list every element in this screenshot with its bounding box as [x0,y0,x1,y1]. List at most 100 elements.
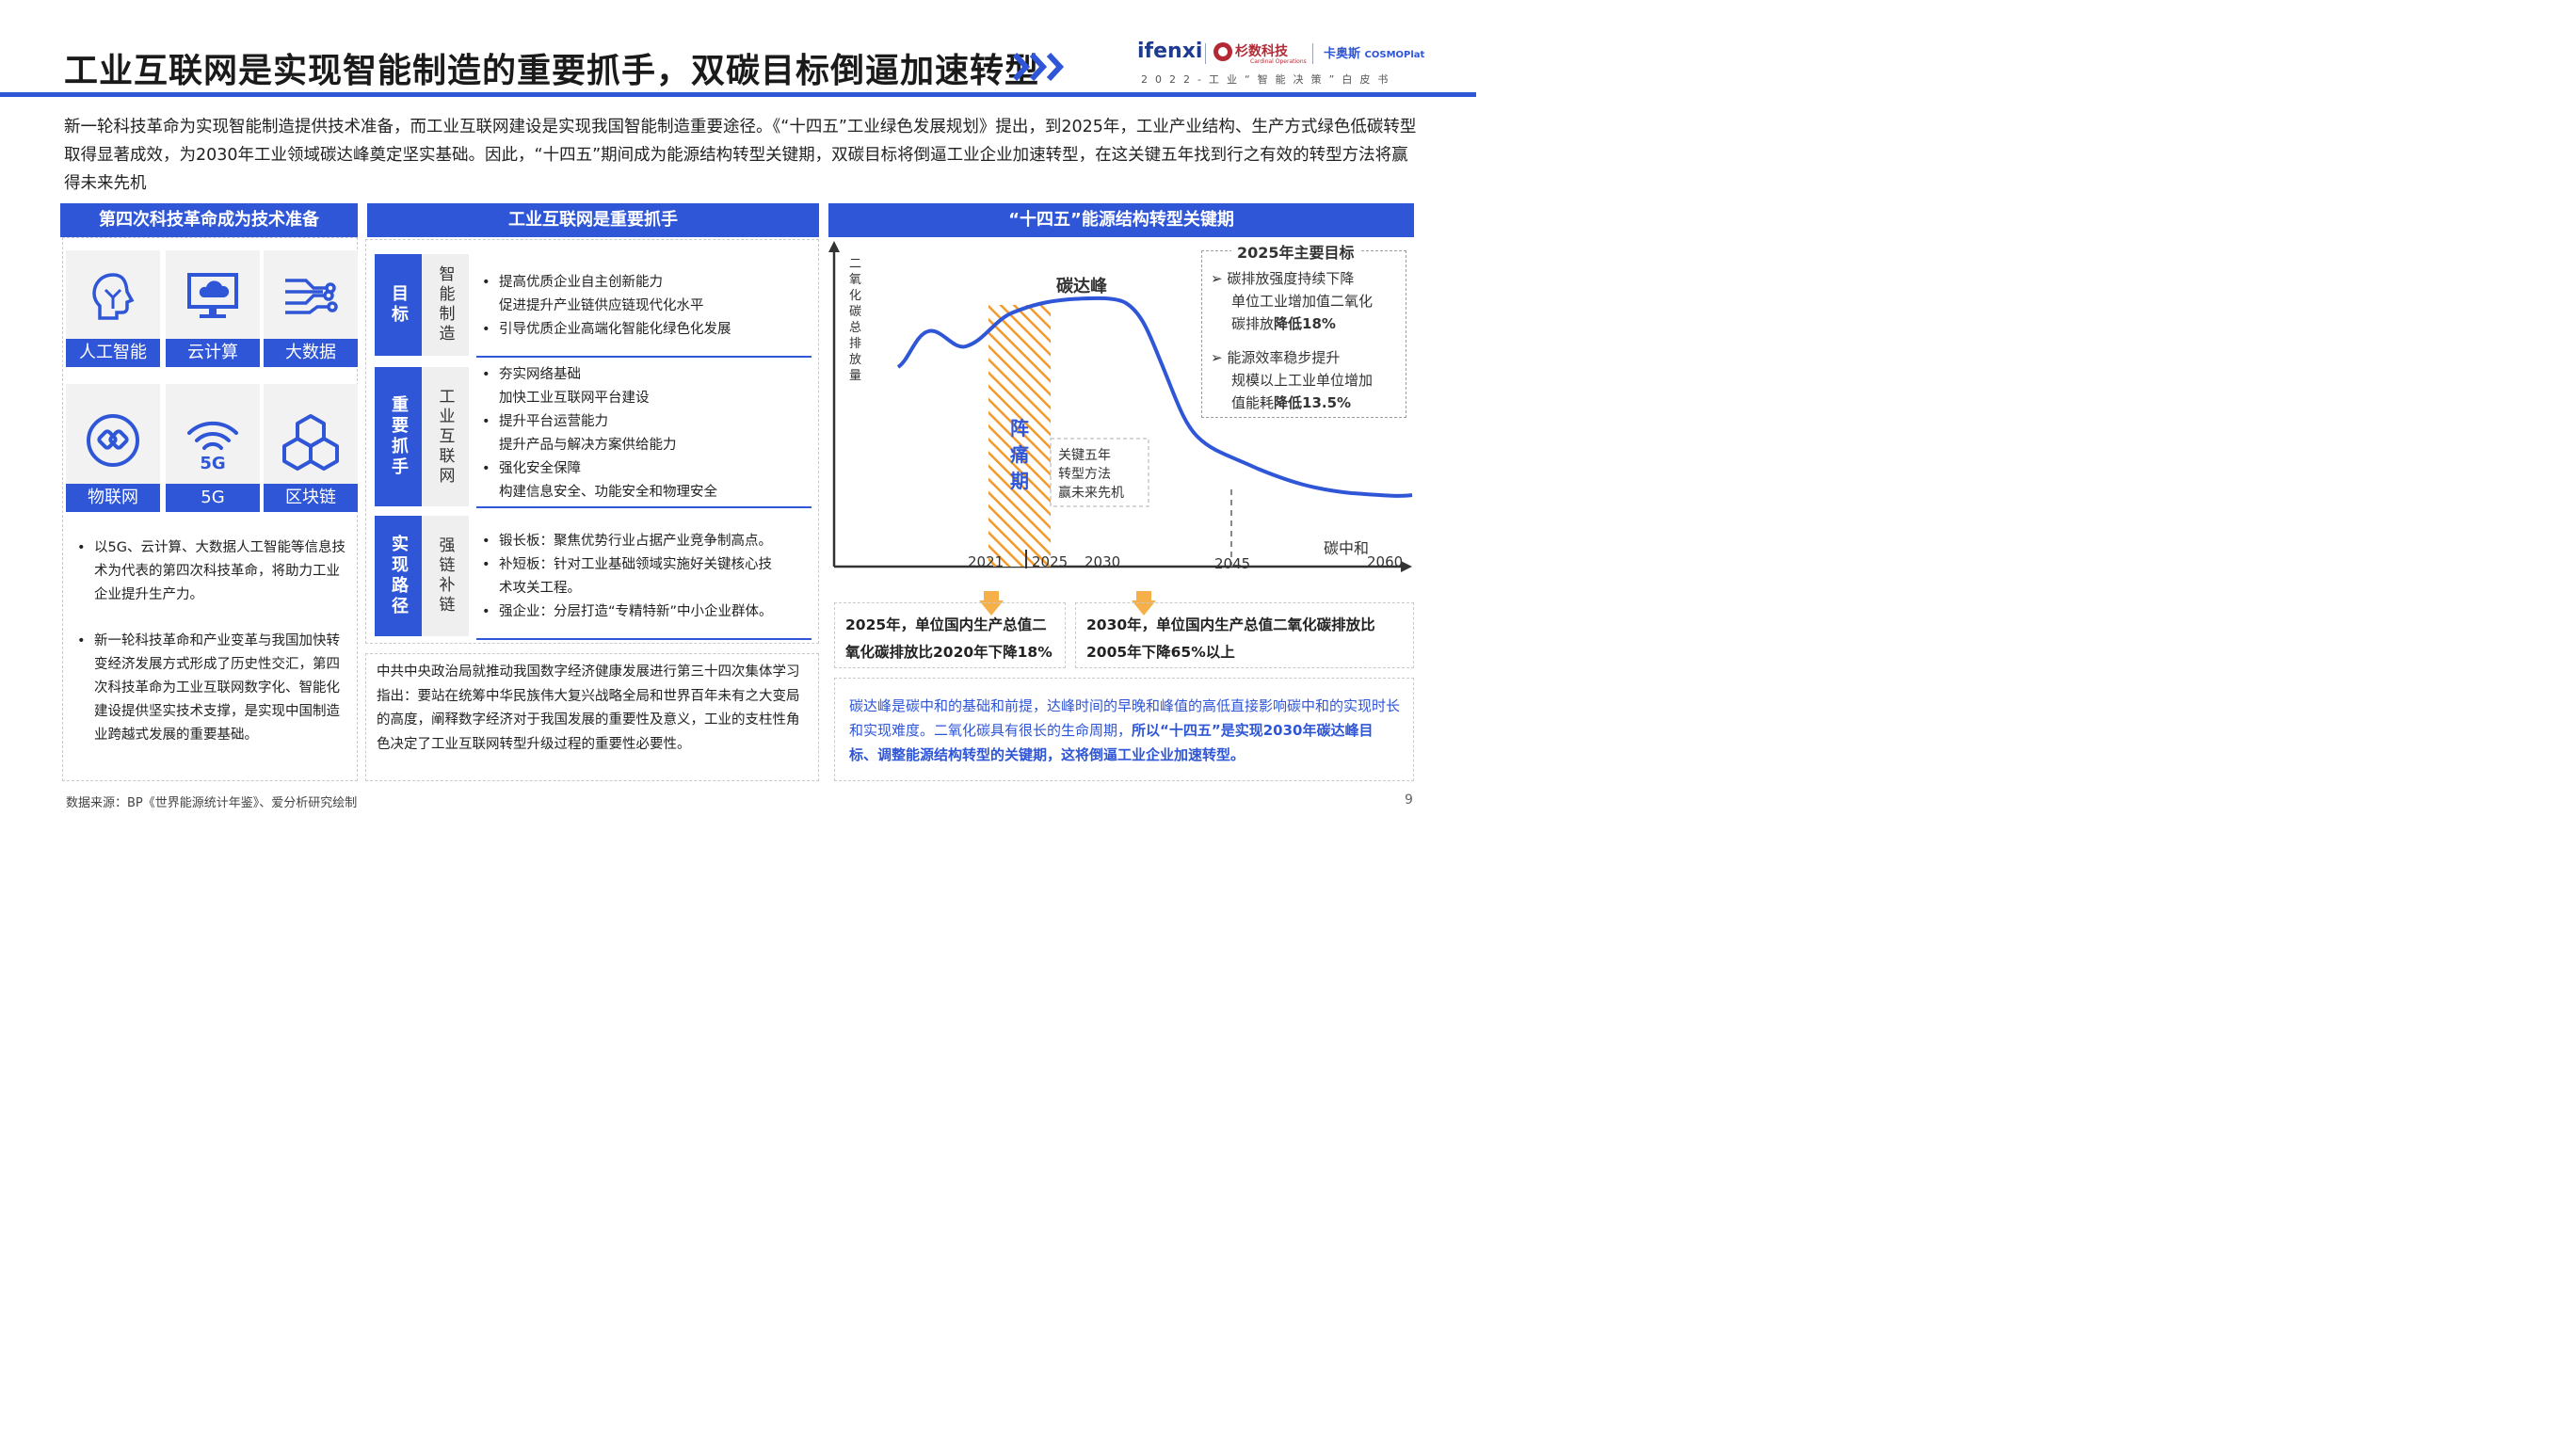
row-divider [476,506,811,508]
arrow-right-icon: ➢ [1211,349,1228,366]
goal-line: 值能耗 [1231,394,1275,411]
goal-head: 能源效率稳步提升 [1227,349,1341,366]
row-list-goal: 提高优质企业自主创新能力 促进提升产业链供应链现代化水平 引导优质企业高端化智能… [476,271,811,342]
row-divider [476,356,811,358]
chevron-right-icon [1012,52,1065,82]
row-label-key: 重要抓手 [375,367,422,506]
tile-label-ai: 人工智能 [66,339,160,367]
list-item: 锻长板：聚焦优势行业占据产业竞争制高点。 [476,530,817,553]
right-section-heading: “十四五”能源结构转型关键期 [828,203,1414,237]
tile-blockchain: 区块链 [264,384,358,512]
tile-ai: 人工智能 [66,250,160,367]
y-axis-arrow-icon [828,241,840,252]
list-item-cont: 术攻关工程。 [499,581,581,596]
peak-label: 碳达峰 [1056,276,1108,296]
pain-period-char: 期 [1010,470,1029,492]
y-axis-label-group: 二氧化碳总排放量 [849,257,861,383]
left-bullet: 新一轮科技革命和产业变革与我国加快转变经济发展方式形成了历史性交汇，第四次科技革… [73,630,352,747]
report-subtitle: 2022-工业“智能决策”白皮书 [1141,73,1396,86]
pain-period-char: 痛 [1010,443,1029,466]
logo-divider [1205,43,1206,64]
list-item: 提高优质企业自主创新能力 [476,271,811,295]
row-list-path: 锻长板：聚焦优势行业占据产业竞争制高点。 补短板：针对工业基础领域实施好关键核心… [476,530,817,624]
tile-label-5g: 5G [166,484,260,512]
header-divider [0,92,1476,97]
goal-item: ➢ 碳排放强度持续下降 单位工业增加值二氧化 碳排放降低18% [1211,267,1405,335]
y-axis-label-char: 量 [849,369,861,383]
left-bullet: 以5G、云计算、大数据人工智能等信息技术为代表的第四次科技革命，将助力工业企业提… [73,536,352,607]
list-item-cont: 构建信息安全、功能安全和物理安全 [499,485,717,500]
y-axis-label-char: 碳 [849,305,861,319]
tile-label-cloud: 云计算 [166,339,260,367]
row-label-goal: 目标 [375,254,422,356]
row-sub-path: 强链补链 [422,516,469,636]
tile-label-blockchain: 区块链 [264,484,358,512]
y-axis-label-char: 二 [849,257,861,271]
pain-period-label: 阵痛期 [1010,417,1029,492]
list-item: 夯实网络基础 [476,363,811,387]
row-divider [476,638,811,640]
y-axis-label-char: 总 [849,321,861,335]
stat-2030: 2030年，单位国内生产总值二氧化碳排放比2005年下降65%以上 [1086,616,1375,661]
goals-list: ➢ 碳排放强度持续下降 单位工业增加值二氧化 碳排放降低18% ➢ 能源效率稳步… [1211,267,1405,414]
list-item: 引导优质企业高端化智能化绿色化发展 [476,318,811,342]
x-tick-label: 2021 [968,553,1004,570]
y-axis-label-char: 氧 [849,273,861,287]
list-item: 提升平台运营能力 [476,410,811,434]
goal-item: ➢ 能源效率稳步提升 规模以上工业单位增加 值能耗降低13.5% [1211,346,1405,414]
logo-divider [1312,43,1313,64]
blockchain-icon [282,414,339,471]
row-list-key: 夯实网络基础 加快工业互联网平台建设 提升平台运营能力 提升产品与解决方案供给能… [476,363,811,504]
list-item-cont: 促进提升产业链供应链现代化水平 [499,298,704,313]
x-tick-label: 2030 [1085,553,1120,570]
shanshu-logo-icon [1213,42,1232,61]
goal-value: 降低13.5% [1274,394,1352,411]
tile-cloud: 云计算 [166,250,260,367]
list-item: 强化安全保障 [476,457,811,481]
tile-bigdata: 大数据 [264,250,358,367]
row-sub-key: 工业互联网 [422,367,469,506]
goal-head: 碳排放强度持续下降 [1227,270,1355,287]
row-sub-goal: 智能制造 [422,254,469,356]
5g-signal-icon: 5G [187,421,238,471]
list-item-cont: 提升产品与解决方案供给能力 [499,438,677,453]
intro-paragraph: 新一轮科技革命为实现智能制造提供技术准备，而工业互联网建设是实现我国智能制造重要… [64,118,1417,193]
x-tick-label: 2025 [1032,553,1068,570]
page-number: 9 [1405,792,1413,808]
x-tick-label: 2060 [1367,553,1403,570]
svg-text:5G: 5G [200,454,225,471]
goal-value: 降低18% [1274,315,1336,332]
conclusion-text: 碳达峰是碳中和的基础和前提，达峰时间的早晚和峰值的高低直接影响碳中和的实现时长和… [849,694,1401,767]
list-item-cont: 加快工业互联网平台建设 [499,391,650,406]
arrow-right-icon: ➢ [1211,270,1228,287]
left-section-heading: 第四次科技革命成为技术准备 [60,203,358,237]
row-label-path: 实现路径 [375,516,422,636]
goal-line: 单位工业增加值二氧化 [1231,293,1374,310]
goal-line: 规模以上工业单位增加 [1231,372,1374,389]
shanshu-logo: 杉数科技 [1235,44,1288,59]
left-bullets: 以5G、云计算、大数据人工智能等信息技术为代表的第四次科技革命，将助力工业企业提… [73,536,352,747]
kaos-logo: 卡奥斯 COSMOPlat [1324,47,1425,61]
page-title: 工业互联网是实现智能制造的重要抓手，双碳目标倒逼加速转型 [64,52,1040,90]
x-tick-label: 2045 [1214,555,1250,572]
goals-title: 2025年主要目标 [1231,240,1360,263]
iot-icon [87,414,139,467]
list-item: 强企业：分层打造“专精特新”中小企业群体。 [476,600,817,624]
y-axis-label-char: 排 [849,337,861,351]
tile-label-bigdata: 大数据 [264,339,358,367]
middle-section-heading: 工业互联网是重要抓手 [367,203,819,237]
goal-line: 碳排放 [1231,315,1275,332]
list-item: 补短板：针对工业基础领域实施好关键核心技 [476,553,817,577]
tile-label-iot: 物联网 [66,484,160,512]
stat-2025: 2025年，单位国内生产总值二氧化碳排放比2020年下降18% [845,616,1053,661]
tile-5g: 5G 5G [166,384,260,512]
y-axis-label-char: 放 [849,353,861,367]
data-circuit-icon [285,279,338,314]
cloud-monitor-icon [187,273,238,318]
shanshu-logo-sub: Cardinal Operations [1250,58,1307,65]
note-line: 关键五年 [1058,448,1111,463]
pain-period-char: 阵 [1010,417,1029,440]
note-line: 转型方法 [1058,467,1111,482]
y-axis-label-char: 化 [849,289,861,303]
data-source: 数据来源：BP《世界能源统计年鉴》、爱分析研究绘制 [66,796,358,810]
